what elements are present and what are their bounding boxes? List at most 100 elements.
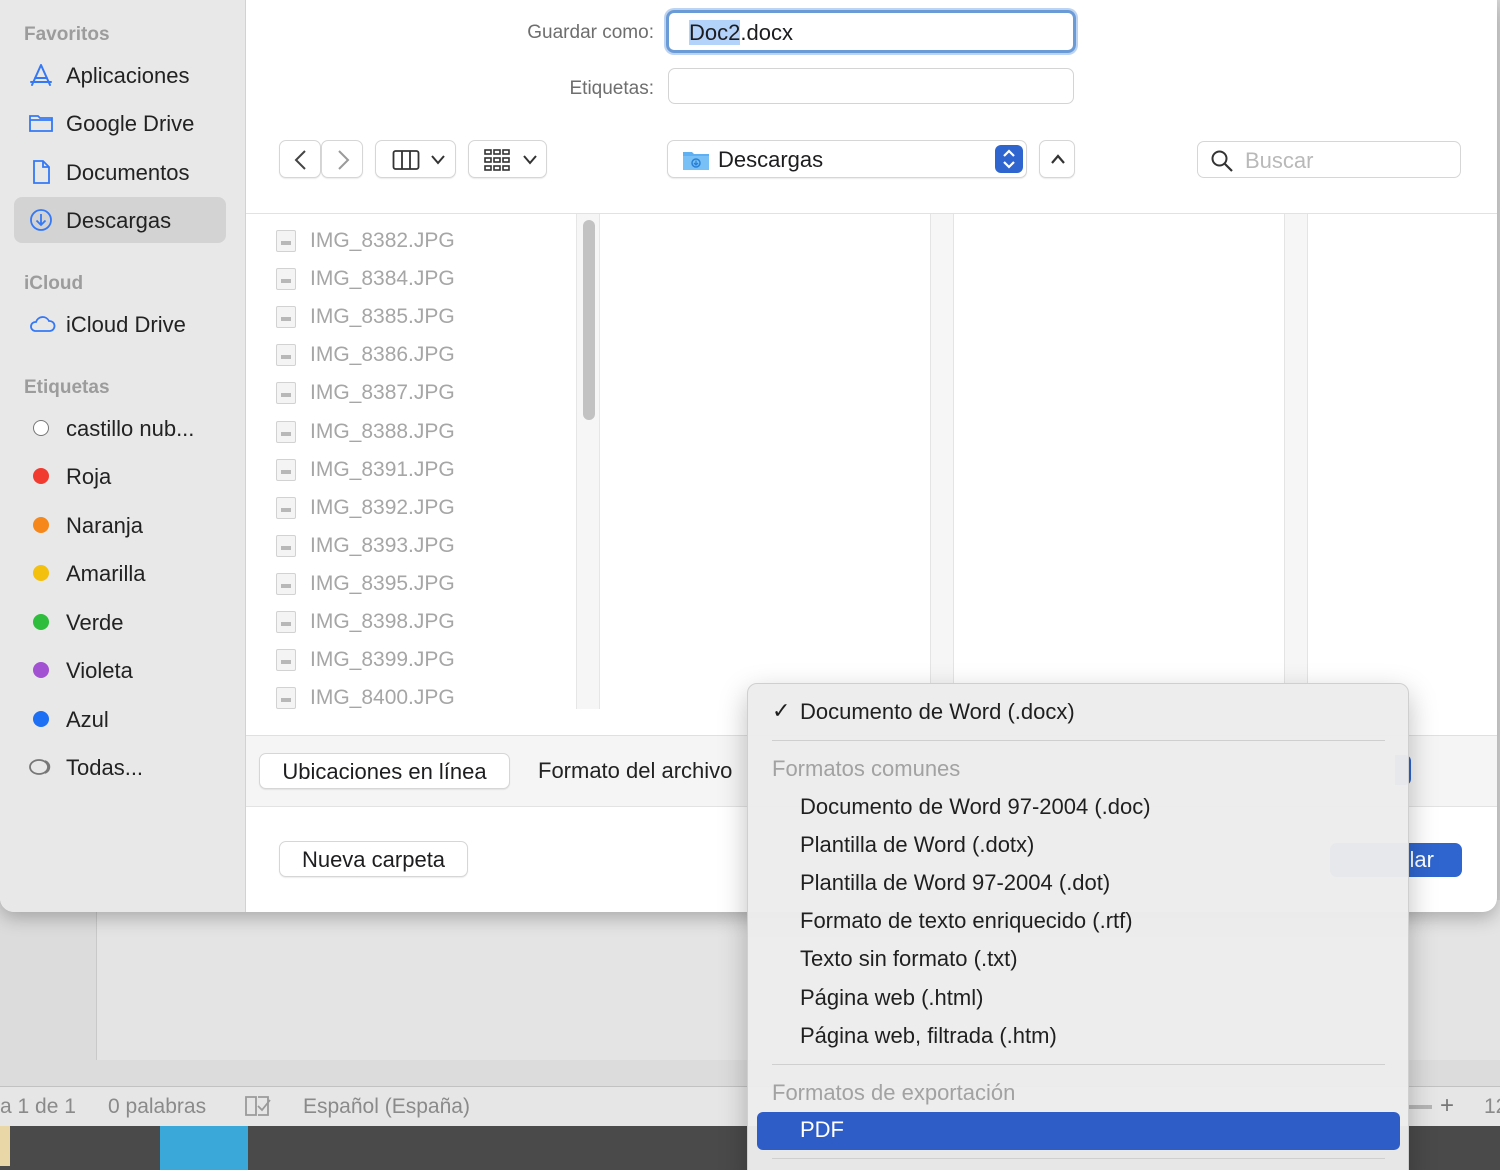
menu-separator bbox=[772, 740, 1385, 741]
file-name: IMG_8391.JPG bbox=[310, 457, 455, 481]
zoom-in-button[interactable]: + bbox=[1440, 1092, 1454, 1120]
menu-item-format[interactable]: Texto sin formato (.txt) bbox=[748, 941, 1408, 979]
file-name: IMG_8393.JPG bbox=[310, 533, 455, 557]
sidebar-item-google-drive[interactable]: Google Drive bbox=[14, 100, 226, 146]
sidebar-section-icloud: iCloud bbox=[24, 273, 84, 294]
chevron-up-icon bbox=[1051, 154, 1065, 164]
menu-item-format[interactable]: Plantilla de Word 97-2004 (.dot) bbox=[748, 865, 1408, 903]
menu-item-label: Formato de texto enriquecido (.rtf) bbox=[800, 908, 1133, 934]
language-indicator[interactable]: Español (España) bbox=[303, 1095, 470, 1119]
document-icon bbox=[28, 160, 54, 184]
file-name: IMG_8382.JPG bbox=[310, 229, 455, 252]
sidebar-item-applications[interactable]: Aplicaciones bbox=[14, 52, 226, 98]
button-label: lar bbox=[1409, 847, 1434, 872]
file-name: IMG_8385.JPG bbox=[310, 305, 455, 329]
menu-item-pdf[interactable]: PDF bbox=[757, 1112, 1400, 1150]
all-tags-icon bbox=[28, 756, 54, 780]
group-button[interactable] bbox=[468, 140, 547, 178]
image-file-icon bbox=[276, 268, 296, 291]
image-file-icon bbox=[276, 230, 296, 252]
filename-input[interactable]: Doc2.docx bbox=[666, 10, 1076, 53]
menu-section-label: Formatos de exportación bbox=[772, 1080, 1016, 1105]
scrollbar[interactable] bbox=[576, 214, 600, 709]
menu-item-format[interactable]: Plantilla de Word (.dotx) bbox=[748, 827, 1408, 865]
sidebar-item-downloads[interactable]: Descargas bbox=[14, 197, 226, 243]
menu-section-label: Formatos comunes bbox=[772, 756, 961, 781]
tags-label: Etiquetas: bbox=[569, 78, 655, 99]
word-count[interactable]: 0 palabras bbox=[108, 1095, 206, 1119]
download-icon bbox=[28, 208, 54, 232]
menu-item-format[interactable]: Formato de texto enriquecido (.rtf) bbox=[748, 903, 1408, 941]
chevron-down-icon bbox=[431, 155, 445, 165]
popup-stepper-icon bbox=[995, 145, 1023, 173]
image-file-icon bbox=[276, 611, 296, 633]
proofing-icon[interactable] bbox=[244, 1094, 272, 1124]
view-columns-button[interactable] bbox=[375, 140, 456, 178]
sidebar-item-label: Verde bbox=[66, 610, 124, 635]
sidebar-item-label: Todas... bbox=[66, 755, 144, 780]
cloud-icon bbox=[28, 312, 56, 336]
downloads-folder-icon bbox=[683, 152, 709, 170]
menu-item-format[interactable]: Documento de Word 97-2004 (.doc) bbox=[748, 789, 1408, 827]
button-label: Nueva carpeta bbox=[301, 847, 446, 872]
sidebar-item-icloud-drive[interactable]: iCloud Drive bbox=[14, 301, 226, 347]
applications-icon bbox=[28, 63, 54, 87]
sidebar-tag-yellow[interactable]: Amarilla bbox=[14, 550, 226, 596]
menu-item-label: Texto sin formato (.txt) bbox=[800, 946, 1018, 972]
menu-item-format[interactable]: Página web (.html) bbox=[748, 980, 1408, 1018]
menu-item-label: Página web (.html) bbox=[800, 984, 984, 1010]
dock-item-active[interactable] bbox=[160, 1126, 248, 1170]
sidebar-tag-purple[interactable]: Violeta bbox=[14, 647, 226, 693]
search-placeholder: Buscar bbox=[1245, 148, 1314, 173]
sidebar-tag-all[interactable]: Todas... bbox=[14, 744, 226, 790]
sidebar-item-documents[interactable]: Documentos bbox=[14, 149, 226, 195]
expand-collapse-button[interactable] bbox=[1039, 140, 1075, 178]
new-folder-button[interactable]: Nueva carpeta bbox=[279, 841, 468, 877]
sidebar-tag-red[interactable]: Roja bbox=[14, 453, 226, 499]
sidebar-item-label: Azul bbox=[66, 707, 109, 732]
column-divider[interactable] bbox=[930, 214, 954, 709]
sidebar-item-label: Google Drive bbox=[66, 111, 195, 136]
chevron-down-icon bbox=[523, 155, 537, 165]
online-locations-button[interactable]: Ubicaciones en línea bbox=[259, 753, 510, 789]
file-format-menu: ✓ Documento de Word (.docx) Formatos com… bbox=[747, 683, 1409, 1170]
sidebar-item-label: Naranja bbox=[66, 513, 144, 538]
image-file-icon bbox=[276, 496, 296, 519]
menu-separator bbox=[772, 1158, 1385, 1159]
file-name: IMG_8399.JPG bbox=[310, 648, 455, 672]
column-divider[interactable] bbox=[1284, 214, 1308, 709]
file-name: IMG_8388.JPG bbox=[310, 419, 455, 443]
menu-item-docx[interactable]: ✓ Documento de Word (.docx) bbox=[748, 694, 1408, 732]
chevron-left-icon bbox=[294, 150, 306, 170]
image-file-icon bbox=[276, 687, 296, 710]
grid-icon bbox=[484, 149, 510, 171]
back-button[interactable] bbox=[279, 140, 321, 178]
tag-color-dot bbox=[33, 420, 49, 436]
tag-color-dot bbox=[33, 711, 49, 727]
sidebar-item-label: castillo nub... bbox=[66, 416, 195, 441]
zoom-slider[interactable] bbox=[1408, 1105, 1432, 1109]
dock-item[interactable] bbox=[0, 1126, 10, 1166]
scrollbar-thumb[interactable] bbox=[583, 220, 595, 420]
sidebar-tag-orange[interactable]: Naranja bbox=[14, 502, 226, 548]
menu-item-format[interactable]: Página web, filtrada (.htm) bbox=[748, 1018, 1408, 1056]
sidebar-tag-castillo[interactable]: castillo nub... bbox=[14, 405, 226, 451]
sidebar-section-tags: Etiquetas bbox=[24, 377, 110, 398]
location-popup[interactable]: Descargas bbox=[667, 140, 1027, 178]
save-as-label: Guardar como: bbox=[527, 22, 654, 43]
sidebar-tag-blue[interactable]: Azul bbox=[14, 696, 226, 742]
filename-selection: Doc2 bbox=[689, 20, 741, 45]
menu-item-label: Documento de Word 97-2004 (.doc) bbox=[800, 794, 1151, 819]
forward-button[interactable] bbox=[321, 140, 363, 178]
button-label: Ubicaciones en línea bbox=[282, 759, 487, 784]
checkmark-icon: ✓ bbox=[772, 698, 791, 723]
tags-input[interactable] bbox=[668, 68, 1074, 104]
image-file-icon bbox=[276, 344, 296, 367]
sidebar: Favoritos Aplicaciones Google Drive Docu… bbox=[0, 0, 246, 912]
tag-color-dot bbox=[33, 614, 49, 630]
menu-section-common: Formatos comunes bbox=[748, 751, 1408, 789]
image-file-icon bbox=[276, 382, 296, 405]
file-name: IMG_8386.JPG bbox=[310, 343, 455, 367]
sidebar-tag-green[interactable]: Verde bbox=[14, 599, 226, 645]
search-field[interactable]: Buscar bbox=[1197, 141, 1461, 178]
